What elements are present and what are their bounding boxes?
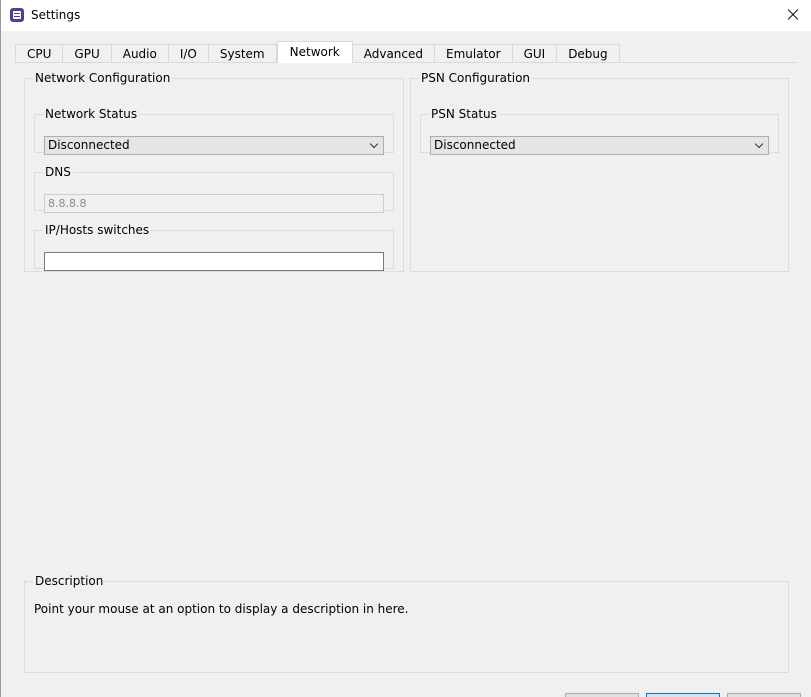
tab-debug[interactable]: Debug	[557, 44, 620, 63]
psn-configuration-group: PSN Configuration PSN Status Disconnecte…	[410, 71, 789, 272]
description-title: Description	[35, 574, 104, 588]
tab-cpu[interactable]: CPU	[15, 44, 64, 63]
tab-system[interactable]: System	[208, 44, 277, 63]
network-status-title: Network Status	[45, 107, 138, 121]
tab-emulator[interactable]: Emulator	[435, 44, 513, 63]
chevron-down-icon	[754, 139, 764, 149]
network-tab-panel: Network Configuration Network Status Dis…	[15, 62, 798, 685]
tab-gpu[interactable]: GPU	[63, 44, 112, 63]
app-icon	[10, 8, 24, 22]
dns-group: DNS	[34, 165, 394, 213]
network-status-group: Network Status Disconnected	[34, 107, 394, 155]
network-configuration-group: Network Configuration Network Status Dis…	[24, 71, 404, 272]
network-status-dropdown[interactable]: Disconnected	[44, 136, 384, 155]
dialog-button-primary[interactable]	[646, 693, 720, 697]
description-text: Point your mouse at an option to display…	[34, 602, 409, 616]
tab-advanced[interactable]: Advanced	[352, 44, 436, 63]
description-group: Description Point your mouse at an optio…	[24, 574, 789, 673]
tab-gui[interactable]: GUI	[512, 44, 558, 63]
network-status-value: Disconnected	[48, 138, 130, 152]
ip-hosts-group: IP/Hosts switches	[34, 223, 394, 271]
close-icon[interactable]	[781, 3, 805, 27]
psn-status-group: PSN Status Disconnected	[420, 107, 779, 155]
psn-configuration-title: PSN Configuration	[421, 71, 531, 85]
title-bar[interactable]: Settings	[1, 0, 811, 31]
settings-window: Settings CPU GPU Audio I/O System Networ…	[0, 0, 811, 697]
dialog-button-left[interactable]	[565, 693, 639, 697]
chevron-down-icon	[369, 139, 379, 149]
ip-hosts-title: IP/Hosts switches	[45, 223, 150, 237]
network-configuration-title: Network Configuration	[35, 71, 171, 85]
ip-hosts-field[interactable]	[44, 252, 384, 271]
psn-status-dropdown[interactable]: Disconnected	[430, 136, 769, 155]
tab-audio[interactable]: Audio	[111, 44, 169, 63]
dialog-button-right[interactable]	[727, 693, 801, 697]
dns-title: DNS	[45, 165, 71, 179]
dns-field	[44, 194, 384, 213]
psn-status-value: Disconnected	[434, 138, 516, 152]
tab-io[interactable]: I/O	[168, 44, 209, 63]
psn-status-title: PSN Status	[431, 107, 497, 121]
tab-bar: CPU GPU Audio I/O System Network Advance…	[15, 41, 620, 63]
window-title: Settings	[31, 8, 81, 22]
tab-network[interactable]: Network	[276, 41, 353, 63]
